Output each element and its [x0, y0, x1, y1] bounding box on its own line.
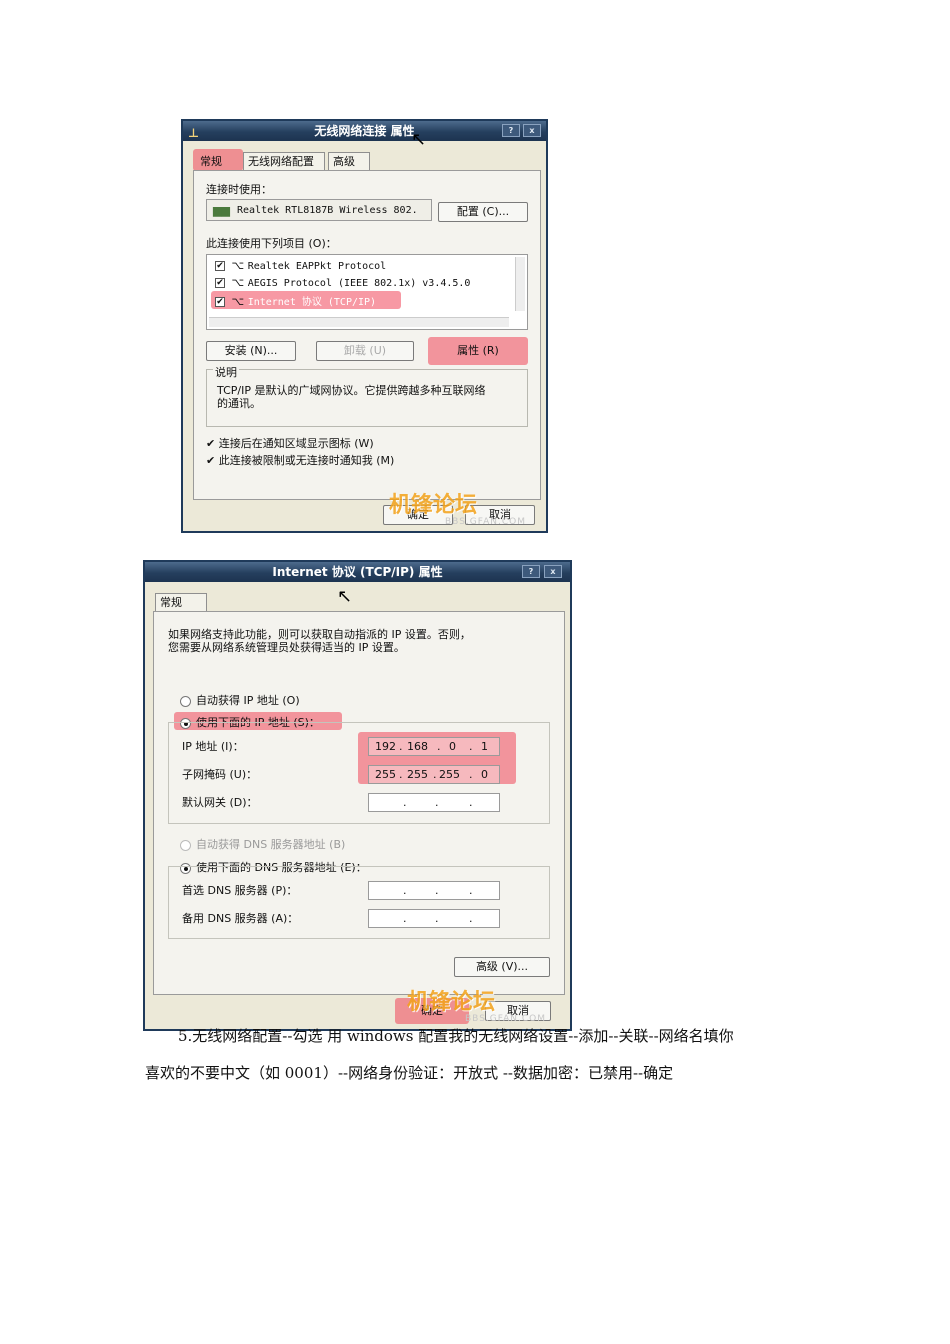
tab-advanced[interactable]: 高级	[328, 152, 370, 170]
install-button[interactable]: 安装 (N)...	[206, 341, 296, 361]
ip-octet-2: 168	[407, 740, 428, 753]
dialog1-titlebar[interactable]: ⊥ 无线网络连接 属性 ? x	[183, 121, 546, 141]
watermark-logo: 机锋论坛	[389, 493, 478, 518]
dialog2-panel: 如果网络支持此功能，则可以获取自动指派的 IP 设置。否则， 您需要从网络系统管…	[153, 611, 565, 995]
mask-octet-4: 0	[481, 768, 488, 781]
list-item[interactable]: ✔ ⌥ Realtek EAPPkt Protocol	[215, 259, 386, 272]
vertical-scrollbar[interactable]	[515, 257, 525, 311]
check-icon: ✔	[206, 437, 216, 450]
caption-line2: 喜欢的不要中文（如 0001）--网络身份验证：开放式 --数据加密：已禁用--…	[145, 1064, 674, 1082]
network-card-icon: ▆▆	[213, 204, 230, 217]
configure-button[interactable]: 配置 (C)...	[438, 202, 528, 222]
checkbox-checked-icon[interactable]: ✔	[215, 297, 225, 307]
advanced-button[interactable]: 高级 (V)...	[454, 957, 550, 977]
protocol-icon: ⌥	[231, 276, 245, 289]
ip-octet-4: 1	[481, 740, 488, 753]
check-icon: ✔	[206, 454, 216, 467]
dialog2-title: Internet 协议 (TCP/IP) 属性	[272, 565, 443, 579]
tcpip-properties-dialog: Internet 协议 (TCP/IP) 属性 ? x ↖ 常规 如果网络支持此…	[143, 560, 572, 1031]
help-button[interactable]: ?	[502, 124, 520, 137]
dns-group	[168, 866, 550, 939]
show-icon-checkbox[interactable]: ✔ 连接后在通知区域显示图标 (W)	[206, 435, 374, 451]
ip-address-field[interactable]: 192 . 168 . 0 . 1	[368, 737, 500, 756]
tab-general[interactable]: 常规	[195, 152, 239, 170]
description-group: 说明 TCP/IP 是默认的广域网协议。它提供跨越多种互联网络 的通讯。	[206, 364, 528, 427]
network-icon: ⊥	[188, 126, 199, 140]
wireless-properties-dialog: ⊥ 无线网络连接 属性 ? x ↖ 常规 无线网络配置 高级 连接时使用： ▆▆…	[181, 119, 548, 533]
checkbox-checked-icon[interactable]: ✔	[215, 278, 225, 288]
adapter-name: Realtek RTL8187B Wireless 802.	[237, 205, 418, 216]
watermark-url: BBS.GFAN.COM	[465, 1014, 546, 1024]
alt-dns-field[interactable]: . . .	[368, 909, 500, 928]
adapter-field: ▆▆ Realtek RTL8187B Wireless 802.	[206, 199, 432, 221]
dialog1-panel: 连接时使用： ▆▆ Realtek RTL8187B Wireless 802.…	[193, 170, 541, 500]
description-title: 说明	[213, 364, 239, 380]
auto-ip-radio[interactable]: 自动获得 IP 地址 (O)	[180, 692, 300, 708]
pref-dns-field[interactable]: . . .	[368, 881, 500, 900]
watermark-url: BBS.GFAN.COM	[445, 517, 526, 527]
caption-line1: 5.无线网络配置--勾选 用 windows 配置我的无线网络设置--添加--关…	[178, 1027, 734, 1045]
ip-octet-1: 192	[375, 740, 396, 753]
auto-dns-radio: 自动获得 DNS 服务器地址 (B)	[180, 836, 345, 852]
protocol-icon: ⌥	[231, 295, 245, 308]
items-list[interactable]: ✔ ⌥ Realtek EAPPkt Protocol ✔ ⌥ AEGIS Pr…	[206, 254, 528, 330]
gateway-label: 默认网关 (D)：	[182, 796, 258, 809]
properties-button[interactable]: 属性 (R)	[434, 341, 522, 361]
tab-wireless-config[interactable]: 无线网络配置	[243, 152, 325, 170]
gateway-field[interactable]: . . .	[368, 793, 500, 812]
close-button[interactable]: x	[523, 124, 541, 137]
dialog1-title: 无线网络连接 属性	[314, 124, 415, 138]
help-button[interactable]: ?	[522, 565, 540, 578]
mask-label: 子网掩码 (U)：	[182, 768, 258, 781]
mask-octet-1: 255	[375, 768, 396, 781]
uninstall-button: 卸载 (U)	[316, 341, 414, 361]
items-label: 此连接使用下列项目 (O)：	[206, 237, 337, 250]
description-line2: 的通讯。	[217, 397, 261, 410]
mask-octet-3: 255	[439, 768, 460, 781]
list-item[interactable]: ✔ ⌥ AEGIS Protocol (IEEE 802.1x) v3.4.5.…	[215, 276, 470, 289]
connect-using-label: 连接时使用：	[206, 183, 272, 196]
pref-dns-label: 首选 DNS 服务器 (P)：	[182, 884, 298, 897]
ip-octet-3: 0	[449, 740, 456, 753]
mouse-cursor-icon: ↖	[411, 129, 427, 150]
subnet-mask-field[interactable]: 255 . 255 . 255 . 0	[368, 765, 500, 784]
watermark-logo: 机锋论坛	[407, 990, 496, 1015]
list-item-tcpip[interactable]: ✔ ⌥ Internet 协议 (TCP/IP)	[215, 293, 376, 308]
notify-checkbox[interactable]: ✔ 此连接被限制或无连接时通知我 (M)	[206, 452, 394, 468]
dialog2-titlebar[interactable]: Internet 协议 (TCP/IP) 属性 ? x	[145, 562, 570, 582]
checkbox-checked-icon[interactable]: ✔	[215, 261, 225, 271]
tab-general[interactable]: 常规	[155, 593, 207, 611]
horizontal-scrollbar[interactable]	[209, 317, 509, 327]
close-button[interactable]: x	[544, 565, 562, 578]
intro-line2: 您需要从网络系统管理员处获得适当的 IP 设置。	[168, 641, 405, 654]
protocol-icon: ⌥	[231, 259, 245, 272]
mouse-cursor-icon: ↖	[337, 586, 353, 607]
alt-dns-label: 备用 DNS 服务器 (A)：	[182, 912, 299, 925]
mask-octet-2: 255	[407, 768, 428, 781]
radio-icon	[180, 695, 191, 707]
ip-label: IP 地址 (I)：	[182, 740, 244, 753]
radio-icon	[180, 839, 191, 851]
